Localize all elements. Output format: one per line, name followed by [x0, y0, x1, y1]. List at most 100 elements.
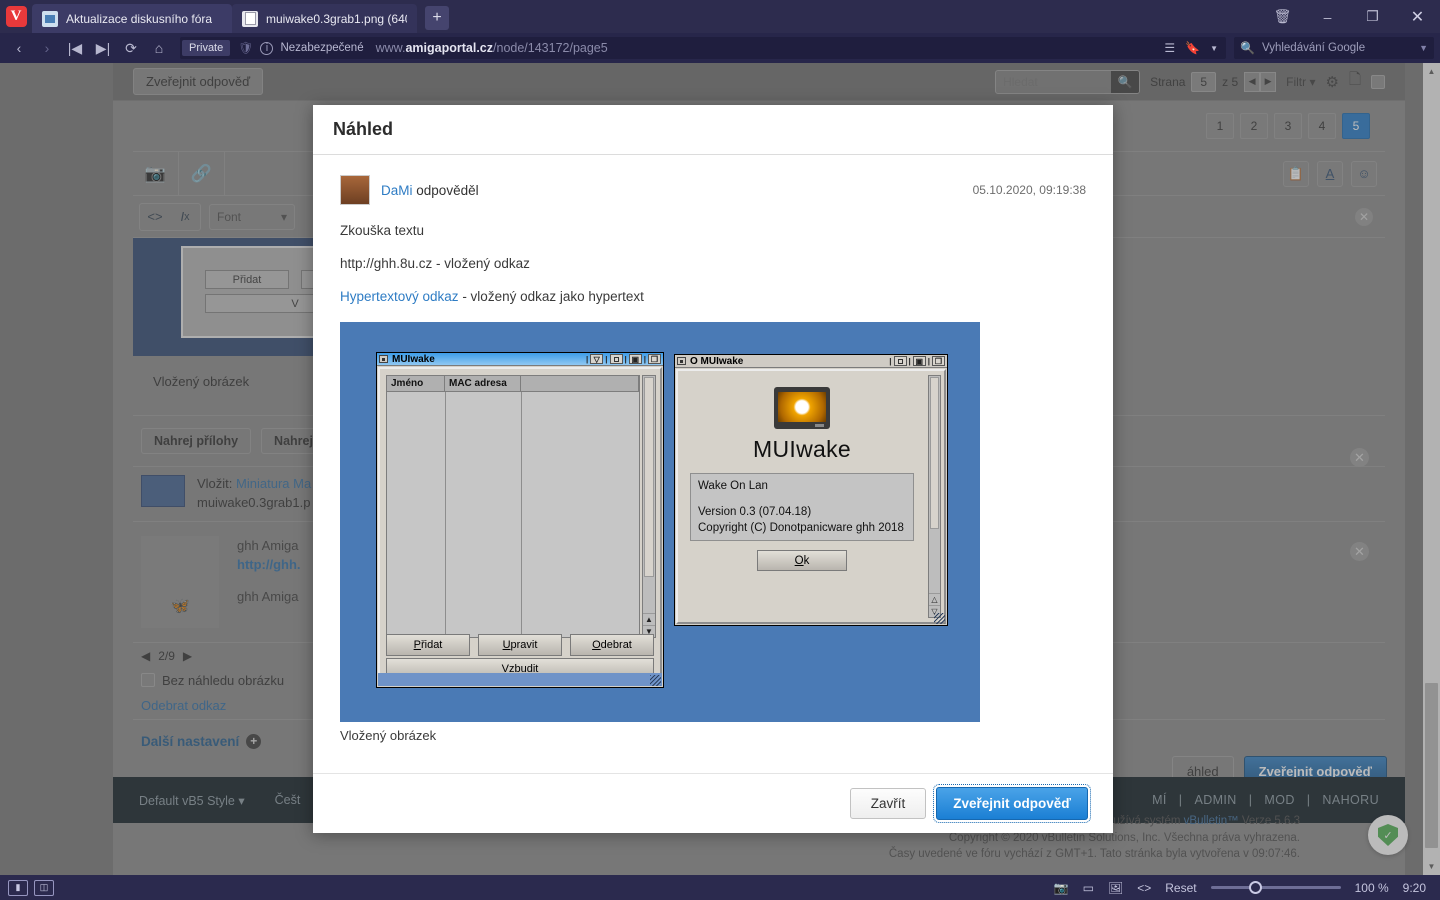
- zoom-reset-button[interactable]: Reset: [1165, 881, 1196, 895]
- paste-icon[interactable]: 📋: [1283, 160, 1309, 187]
- emoji-icon[interactable]: ☺: [1351, 160, 1377, 187]
- camera-icon[interactable]: 📷: [133, 151, 179, 196]
- close-gadget-icon[interactable]: [379, 355, 388, 363]
- depth-gadget-icon[interactable]: ❐: [932, 356, 945, 366]
- address-bar[interactable]: Private 🛡 i Nezabezpečené www.amigaporta…: [180, 37, 1226, 59]
- about-scrollbar[interactable]: △ ▽: [928, 375, 941, 618]
- attachment-full-link[interactable]: Ma: [293, 476, 311, 491]
- select-all-checkbox[interactable]: [1371, 74, 1385, 89]
- reload-icon[interactable]: ⟳: [118, 36, 144, 60]
- footer-link-mi[interactable]: MÍ: [1152, 793, 1167, 807]
- remove-attachment-icon[interactable]: ✕: [1350, 448, 1369, 467]
- developer-tools-icon[interactable]: <>: [1137, 881, 1151, 895]
- snapshot-gadget-icon[interactable]: [893, 356, 907, 366]
- host-list[interactable]: Jméno MAC adresa: [386, 375, 640, 638]
- next-page-icon[interactable]: ▶: [1260, 71, 1277, 92]
- remove-host-button[interactable]: Odebrat: [570, 634, 654, 656]
- attachment-thumbnail-link[interactable]: Miniatura: [236, 476, 289, 491]
- resize-gadget-icon[interactable]: [934, 613, 945, 624]
- scroll-up-icon[interactable]: △: [929, 593, 940, 605]
- tab-forum[interactable]: Aktualizace diskusního fóra: [32, 4, 232, 33]
- upload-attachments-button[interactable]: Nahrej přílohy: [141, 428, 252, 454]
- page-number-input[interactable]: 5: [1191, 71, 1217, 92]
- post-author-link[interactable]: DaMi: [381, 183, 413, 198]
- scrollbar-knob[interactable]: [930, 377, 939, 529]
- adblock-shield-icon[interactable]: [1368, 815, 1408, 855]
- style-selector[interactable]: Default vB5 Style ▾: [139, 793, 245, 808]
- prev-page-icon[interactable]: ◀: [1244, 71, 1261, 92]
- zoom-gadget-icon[interactable]: ▣: [628, 354, 642, 364]
- link-preview-url[interactable]: http://ghh.: [237, 557, 301, 572]
- edit-host-button[interactable]: Upravit: [478, 634, 562, 656]
- snapshot-gadget-icon[interactable]: [609, 354, 623, 364]
- host-list-scrollbar[interactable]: ▲ ▼: [642, 375, 656, 638]
- home-icon[interactable]: ⌂: [146, 36, 172, 60]
- column-header-name[interactable]: Jméno: [387, 376, 445, 391]
- add-host-button[interactable]: PPřidatřidat: [386, 634, 470, 656]
- chevron-down-icon[interactable]: ▼: [1210, 44, 1218, 53]
- scroll-up-icon[interactable]: ▲: [1423, 63, 1440, 80]
- image-icon[interactable]: 🖼: [1108, 881, 1123, 895]
- footer-link-admin[interactable]: ADMIN: [1194, 793, 1236, 807]
- close-modal-button[interactable]: Zavřít: [849, 788, 927, 819]
- page-link-3[interactable]: 3: [1274, 113, 1302, 139]
- link-prev-icon[interactable]: ◀: [141, 649, 150, 663]
- source-code-icon[interactable]: <>: [140, 204, 170, 230]
- tiling-icon[interactable]: ◫: [34, 879, 54, 896]
- vbulletin-link[interactable]: vBulletin™: [1184, 815, 1239, 827]
- fastforward-icon[interactable]: ▶|: [90, 36, 116, 60]
- maximize-icon[interactable]: ❐: [1350, 0, 1395, 33]
- text-color-icon[interactable]: A: [1317, 160, 1343, 187]
- remove-row-icon[interactable]: ✕: [1355, 207, 1373, 226]
- vivaldi-logo-icon[interactable]: V: [0, 0, 32, 33]
- depth-gadget-icon[interactable]: ❐: [648, 354, 661, 364]
- capture-area-icon[interactable]: ▭: [1083, 881, 1094, 895]
- page-link-1[interactable]: 1: [1206, 113, 1234, 139]
- footer-link-mod[interactable]: MOD: [1264, 793, 1294, 807]
- iconify-gadget-icon[interactable]: ▽: [590, 354, 604, 364]
- resize-gadget-icon[interactable]: [650, 675, 661, 686]
- close-gadget-icon[interactable]: [677, 357, 686, 365]
- page-link-5[interactable]: 5: [1342, 113, 1370, 139]
- edit-note-icon[interactable]: 🗋: [1349, 69, 1361, 94]
- link-next-icon[interactable]: ▶: [183, 649, 192, 663]
- close-icon[interactable]: ✕: [1395, 0, 1440, 33]
- about-titlebar[interactable]: O MUIwake | | ▣ | ❐: [675, 355, 947, 368]
- back-icon[interactable]: ‹: [6, 36, 32, 60]
- forum-search[interactable]: 🔍: [995, 69, 1141, 94]
- search-field[interactable]: 🔍 Vyhledávání Google ▼: [1234, 37, 1434, 59]
- chevron-down-icon[interactable]: ▼: [1419, 43, 1428, 53]
- zoom-slider[interactable]: [1210, 881, 1341, 894]
- embedded-screenshot[interactable]: MUIwake | ▽ | | ▣ | ❐ Jméno MAC adresa ▲…: [340, 322, 980, 722]
- shield-icon[interactable]: 🛡: [238, 41, 253, 55]
- reader-view-icon[interactable]: ☰: [1164, 41, 1175, 55]
- new-tab-button[interactable]: +: [425, 6, 449, 30]
- font-dropdown[interactable]: Font ▾: [209, 203, 295, 230]
- zoom-slider-knob[interactable]: [1248, 881, 1262, 894]
- page-link-2[interactable]: 2: [1240, 113, 1268, 139]
- about-ok-button[interactable]: Ok: [757, 550, 847, 571]
- about-muiwake-window[interactable]: O MUIwake | | ▣ | ❐ MUIwake Wake On Lan …: [674, 354, 948, 626]
- tab-image[interactable]: muiwake0.3grab1.png (640: [232, 4, 417, 33]
- muiwake-main-window[interactable]: MUIwake | ▽ | | ▣ | ❐ Jméno MAC adresa ▲…: [376, 352, 664, 688]
- trash-icon[interactable]: 🗑: [1260, 0, 1305, 33]
- submit-reply-button[interactable]: Zveřejnit odpověď: [933, 784, 1091, 823]
- minimize-icon[interactable]: –: [1305, 0, 1350, 33]
- column-header-mac[interactable]: MAC adresa: [445, 376, 521, 391]
- attachment-thumbnail[interactable]: [141, 475, 185, 507]
- scroll-down-icon[interactable]: ▼: [1423, 858, 1440, 875]
- muiwake-titlebar[interactable]: MUIwake | ▽ | | ▣ | ❐: [377, 353, 663, 366]
- scrollbar-thumb[interactable]: [1425, 683, 1438, 848]
- zoom-gadget-icon[interactable]: ▣: [912, 356, 926, 366]
- post-hyperlink[interactable]: Hypertextový odkaz: [340, 289, 459, 304]
- panel-toggle-icon[interactable]: ▮: [8, 879, 28, 896]
- link-icon[interactable]: 🔗: [179, 151, 225, 196]
- bookmark-icon[interactable]: 🔖: [1185, 41, 1200, 55]
- scroll-up-icon[interactable]: ▲: [643, 613, 655, 625]
- page-link-4[interactable]: 4: [1308, 113, 1336, 139]
- capture-page-icon[interactable]: 📷: [1054, 881, 1069, 895]
- rewind-icon[interactable]: |◀: [62, 36, 88, 60]
- footer-link-top[interactable]: NAHORU: [1322, 793, 1379, 807]
- no-preview-checkbox[interactable]: [141, 673, 155, 688]
- gear-icon[interactable]: ⚙: [1325, 73, 1338, 91]
